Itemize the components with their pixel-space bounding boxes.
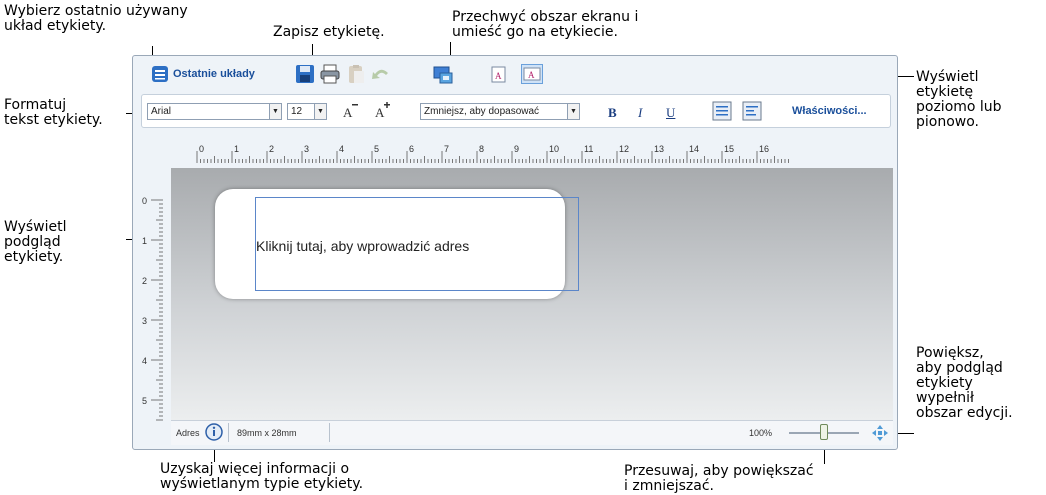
- fit-mode-value: Zmniejsz, aby dopasować: [424, 106, 540, 117]
- ruler-label: 3: [304, 144, 309, 154]
- ruler-label: 5: [142, 396, 147, 406]
- ruler-label: 4: [142, 356, 147, 366]
- portrait-orientation-icon[interactable]: A: [521, 64, 543, 84]
- callout-save-label: Zapisz etykietę.: [273, 24, 385, 40]
- decrease-font-icon[interactable]: A: [342, 102, 358, 120]
- zoom-slider[interactable]: [789, 424, 859, 440]
- ruler-label: 4: [339, 144, 344, 154]
- label-editor-window: Ostatnie układy A A Arial ▼ 12 ▼ A A Zmn…: [132, 55, 898, 450]
- callout-preview: Wyświetl podgląd etykiety.: [4, 219, 67, 265]
- ruler-label: 9: [514, 144, 519, 154]
- screen-capture-icon[interactable]: [432, 64, 454, 84]
- font-name-value: Arial: [151, 106, 172, 117]
- ruler-label: 14: [689, 144, 699, 154]
- print-icon[interactable]: [319, 64, 341, 84]
- horizontal-ruler: 0 1 2 3 4 5 6 7 8 9 10 11 12 13 14 15 16: [171, 143, 893, 163]
- paste-icon[interactable]: [345, 64, 367, 84]
- status-bar: Adres 89mm x 28mm 100%: [171, 420, 893, 445]
- callout-info: Uzyskaj więcej informacji o wyświetlanym…: [160, 461, 364, 492]
- callout-format-text: Formatuj tekst etykiety.: [4, 97, 103, 128]
- svg-text:A: A: [375, 105, 385, 120]
- ruler-label: 11: [584, 144, 593, 154]
- landscape-orientation-icon[interactable]: A: [487, 64, 509, 84]
- ruler-label: 16: [759, 144, 769, 154]
- ruler-label: 13: [654, 144, 664, 154]
- svg-text:A: A: [495, 71, 502, 81]
- underline-button[interactable]: U: [666, 105, 675, 121]
- ruler-label: 6: [409, 144, 414, 154]
- label-size-text: 89mm x 28mm: [237, 428, 297, 438]
- formatting-ribbon: Arial ▼ 12 ▼ A A Zmniejsz, aby dopasować…: [141, 94, 891, 128]
- undo-icon[interactable]: [369, 64, 391, 84]
- label-placeholder-text[interactable]: Kliknij tutaj, aby wprowadzić adres: [256, 238, 469, 254]
- increase-font-icon[interactable]: A: [374, 102, 390, 120]
- bold-button[interactable]: B: [608, 105, 617, 121]
- align-center-icon[interactable]: [712, 101, 732, 121]
- font-size-dropdown[interactable]: 12 ▼: [287, 103, 327, 120]
- vertical-ruler-scale: 0 1 2 3 4 5: [142, 196, 163, 421]
- fit-mode-dropdown[interactable]: Zmniejsz, aby dopasować ▼: [420, 103, 580, 120]
- properties-button[interactable]: Właściwości...: [792, 105, 867, 117]
- chevron-down-icon[interactable]: ▼: [567, 104, 579, 119]
- save-icon[interactable]: [294, 64, 316, 84]
- chevron-down-icon[interactable]: ▼: [314, 104, 326, 119]
- recent-layouts-button[interactable]: Ostatnie układy: [151, 64, 255, 84]
- label-preview: Kliknij tutaj, aby wprowadzić adres: [215, 189, 579, 299]
- ruler-label: 2: [142, 276, 147, 286]
- align-left-icon[interactable]: [742, 101, 762, 121]
- ruler-label: 15: [724, 144, 734, 154]
- callout-orientation: Wyświetl etykietę poziomo lub pionowo.: [916, 69, 1002, 130]
- zoom-slider-thumb[interactable]: [820, 424, 828, 440]
- ruler-label: 10: [549, 144, 559, 154]
- ruler-label: 0: [199, 144, 204, 154]
- font-name-dropdown[interactable]: Arial ▼: [147, 103, 282, 120]
- info-icon[interactable]: [205, 423, 223, 441]
- callout-recent-layout: Wybierz ostatnio używany układ etykiety.: [4, 3, 188, 34]
- ruler-label: 5: [374, 144, 379, 154]
- chevron-down-icon[interactable]: ▼: [269, 104, 281, 119]
- label-preview-area: Kliknij tutaj, aby wprowadzić adres: [171, 168, 893, 420]
- zoom-percent-text: 100%: [749, 428, 773, 438]
- callout-capture: Przechwyć obszar ekranu i umieść go na e…: [452, 9, 639, 40]
- ruler-label: 1: [142, 236, 147, 246]
- status-divider: [228, 423, 229, 442]
- vertical-ruler: 0 1 2 3 4 5: [141, 174, 163, 424]
- ruler-label: 2: [269, 144, 274, 154]
- svg-text:A: A: [343, 105, 353, 120]
- zoom-to-fit-icon[interactable]: [871, 424, 889, 442]
- quick-access-toolbar: Ostatnie układy A A: [133, 56, 897, 92]
- ruler-label: 7: [444, 144, 449, 154]
- ruler-label: 0: [142, 196, 147, 206]
- horizontal-ruler-scale: 0 1 2 3 4 5 6 7 8 9 10 11 12 13 14 15 16: [196, 144, 789, 163]
- recent-layouts-label: Ostatnie układy: [173, 68, 255, 80]
- recent-layouts-icon: [152, 66, 168, 82]
- ruler-label: 12: [619, 144, 629, 154]
- ruler-label: 3: [142, 316, 147, 326]
- ruler-label: 8: [479, 144, 484, 154]
- ruler-label: 1: [234, 144, 239, 154]
- label-text-box[interactable]: Kliknij tutaj, aby wprowadzić adres: [255, 197, 579, 291]
- status-divider: [329, 423, 330, 442]
- font-size-value: 12: [291, 106, 303, 117]
- svg-text:A: A: [528, 70, 535, 80]
- callout-slider: Przesuwaj, aby powiększać i zmniejszać.: [624, 463, 814, 494]
- italic-button[interactable]: I: [638, 105, 642, 121]
- callout-zoom-fit: Powiększ, aby podgląd etykiety wypełnił …: [916, 345, 1013, 421]
- label-type-text: Adres: [176, 428, 200, 438]
